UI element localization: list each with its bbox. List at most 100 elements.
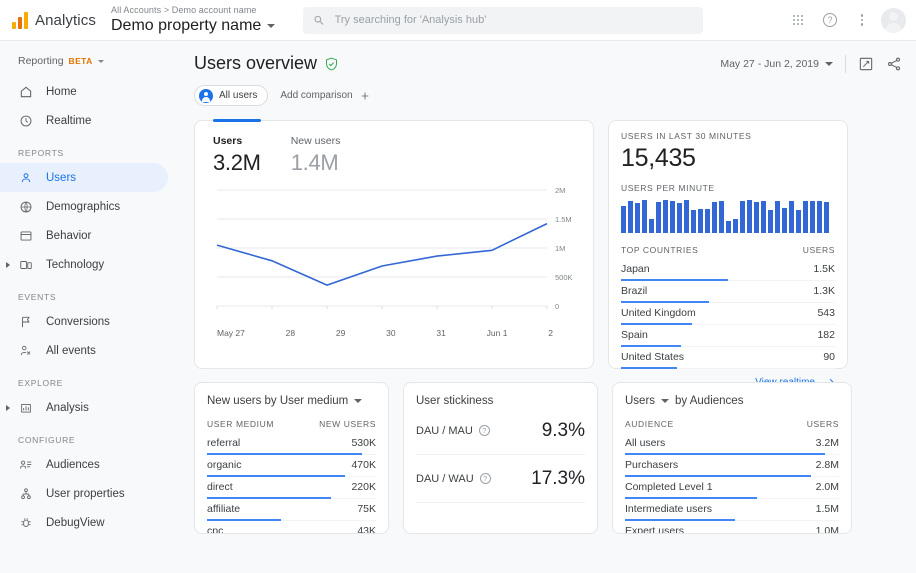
sidebar-item-technology[interactable]: Technology <box>0 250 168 279</box>
date-range-label: May 27 - Jun 2, 2019 <box>720 57 819 70</box>
new-users-by-medium-card: New users by User medium User medium New… <box>194 382 389 534</box>
top-countries-header: Top countries Users <box>621 245 835 259</box>
sidebar-item-label: Realtime <box>46 114 92 127</box>
sidebar-item-behavior[interactable]: Behavior <box>0 221 168 250</box>
chevron-down-icon[interactable] <box>661 399 670 403</box>
sidebar-item-users[interactable]: Users <box>0 163 168 192</box>
table-row[interactable]: Purchasers 2.8M <box>625 455 839 477</box>
table-row[interactable]: cpc 43K <box>207 521 376 534</box>
users-by-audiences-title[interactable]: Users by Audiences <box>625 395 839 407</box>
help-icon[interactable]: ? <box>478 425 490 436</box>
reporting-label: Reporting <box>18 55 64 67</box>
sidebar-item-home[interactable]: Home <box>0 77 168 106</box>
sidebar-item-debugview[interactable]: DebugView <box>0 508 168 537</box>
search-input[interactable] <box>334 14 694 26</box>
sparkline-bar <box>782 207 787 233</box>
medium-table: referral 530K organic 470K direct 220K a… <box>207 433 376 534</box>
table-row[interactable]: organic 470K <box>207 455 376 477</box>
top-app-bar: Analytics All Accounts > Demo account na… <box>0 0 916 41</box>
sidebar-item-conversions[interactable]: Conversions <box>0 307 168 336</box>
row-value: 43K <box>357 525 376 534</box>
sparkline-bar <box>754 201 759 233</box>
sidebar-section-explore: EXPLORE <box>18 378 64 388</box>
users-overview-card: Users 3.2M New users 1.4M 0 500K 1M 1.5M 2M … <box>194 119 594 369</box>
sidebar: Reporting BETA Home Realtime REPORTS Use… <box>0 41 180 573</box>
table-row[interactable]: Japan 1.5K <box>621 259 835 281</box>
audiences-icon <box>18 457 33 472</box>
comparison-chip-all-users[interactable]: All users <box>194 85 269 106</box>
audiences-title-suffix: by Audiences <box>675 395 744 407</box>
sidebar-item-user-properties[interactable]: User properties <box>0 479 168 508</box>
tab-new-users[interactable]: New users 1.4M <box>291 121 341 176</box>
sidebar-item-label: Demographics <box>46 200 121 213</box>
expand-arrow-icon[interactable] <box>6 261 10 268</box>
table-row[interactable]: United States 90 <box>621 347 835 369</box>
top-countries-metric-label: Users <box>802 245 835 255</box>
sidebar-item-analysis[interactable]: Analysis <box>0 393 168 422</box>
table-row[interactable]: Spain 182 <box>621 325 835 347</box>
table-row[interactable]: Expert users 1.0M <box>625 521 839 533</box>
table-row[interactable]: Intermediate users 1.5M <box>625 499 839 521</box>
sparkline-bar <box>796 209 801 233</box>
sparkline-bar <box>642 200 647 233</box>
kebab-menu-icon[interactable] <box>849 7 875 33</box>
row-value: 90 <box>823 351 835 363</box>
sidebar-item-all-events[interactable]: All events <box>0 336 168 365</box>
sparkline-bar <box>761 201 766 233</box>
share-icon[interactable] <box>886 56 902 72</box>
help-icon[interactable]: ? <box>479 473 491 484</box>
property-name[interactable]: Demo property name <box>111 16 276 36</box>
help-icon[interactable]: ? <box>817 7 843 33</box>
apps-grid-icon[interactable] <box>785 7 811 33</box>
sparkline-bar <box>712 201 717 233</box>
sidebar-item-realtime[interactable]: Realtime <box>0 106 168 135</box>
insights-edit-icon[interactable] <box>858 56 874 72</box>
last-30-minutes-value: 15,435 <box>621 144 696 172</box>
reporting-switcher[interactable]: Reporting BETA <box>0 49 180 77</box>
breadcrumb: All Accounts > Demo account name <box>111 4 257 15</box>
table-row[interactable]: direct 220K <box>207 477 376 499</box>
realtime-card: Users in last 30 minutes 15,435 Users pe… <box>608 120 848 388</box>
property-name-label: Demo property name <box>111 16 262 34</box>
stickiness-row-dau-wau: DAU / WAU ? 17.3% <box>416 455 585 503</box>
table-row[interactable]: referral 530K <box>207 433 376 455</box>
line-chart-svg: 0 500K 1M 1.5M 2M <box>216 186 573 311</box>
audiences-title-prefix: Users <box>625 395 656 407</box>
date-range-picker[interactable]: May 27 - Jun 2, 2019 <box>720 58 833 70</box>
table-row[interactable]: affiliate 75K <box>207 499 376 521</box>
sidebar-item-demographics[interactable]: Demographics <box>0 192 168 221</box>
dau-wau-value: 17.3% <box>531 467 585 489</box>
all-users-avatar-icon <box>199 88 213 103</box>
property-selector[interactable]: All Accounts > Demo account name Demo pr… <box>111 4 276 36</box>
table-row[interactable]: Completed Level 1 2.0M <box>625 477 839 499</box>
sidebar-item-label: Users <box>46 171 77 184</box>
devices-icon <box>18 257 33 272</box>
expand-arrow-icon[interactable] <box>6 404 10 411</box>
table-row[interactable]: United Kingdom 543 <box>621 303 835 325</box>
sparkline-bar <box>635 203 640 233</box>
search-box[interactable] <box>303 6 704 34</box>
globe-icon <box>18 199 33 214</box>
svg-text:500K: 500K <box>555 273 573 282</box>
row-name: Purchasers <box>625 459 679 471</box>
metric-tabs: Users 3.2M New users 1.4M <box>195 119 593 176</box>
avatar[interactable] <box>881 7 906 33</box>
new-users-by-medium-title[interactable]: New users by User medium <box>207 395 376 407</box>
sidebar-item-audiences[interactable]: Audiences <box>0 450 168 479</box>
x-tick-label: 29 <box>335 328 346 338</box>
users-line-chart: 0 500K 1M 1.5M 2M May 27 28 29 30 31 Jun 1 2 <box>211 186 587 351</box>
sparkline-bar <box>810 201 815 233</box>
analytics-logo[interactable]: Analytics <box>0 11 105 29</box>
page-title: Users overview <box>194 53 339 74</box>
row-value: 1.5K <box>813 263 835 275</box>
sparkline-bar <box>656 201 661 233</box>
table-row[interactable]: All users 3.2M <box>625 433 839 455</box>
top-countries-dim-label: Top countries <box>621 245 699 255</box>
tab-users[interactable]: Users 3.2M <box>213 121 261 176</box>
properties-icon <box>18 486 33 501</box>
x-tick-label: 28 <box>285 328 296 338</box>
table-row[interactable]: Brazil 1.3K <box>621 281 835 303</box>
sparkline-bar <box>663 200 668 233</box>
row-name: All users <box>625 437 666 449</box>
add-comparison-button[interactable]: Add comparison <box>280 90 369 101</box>
